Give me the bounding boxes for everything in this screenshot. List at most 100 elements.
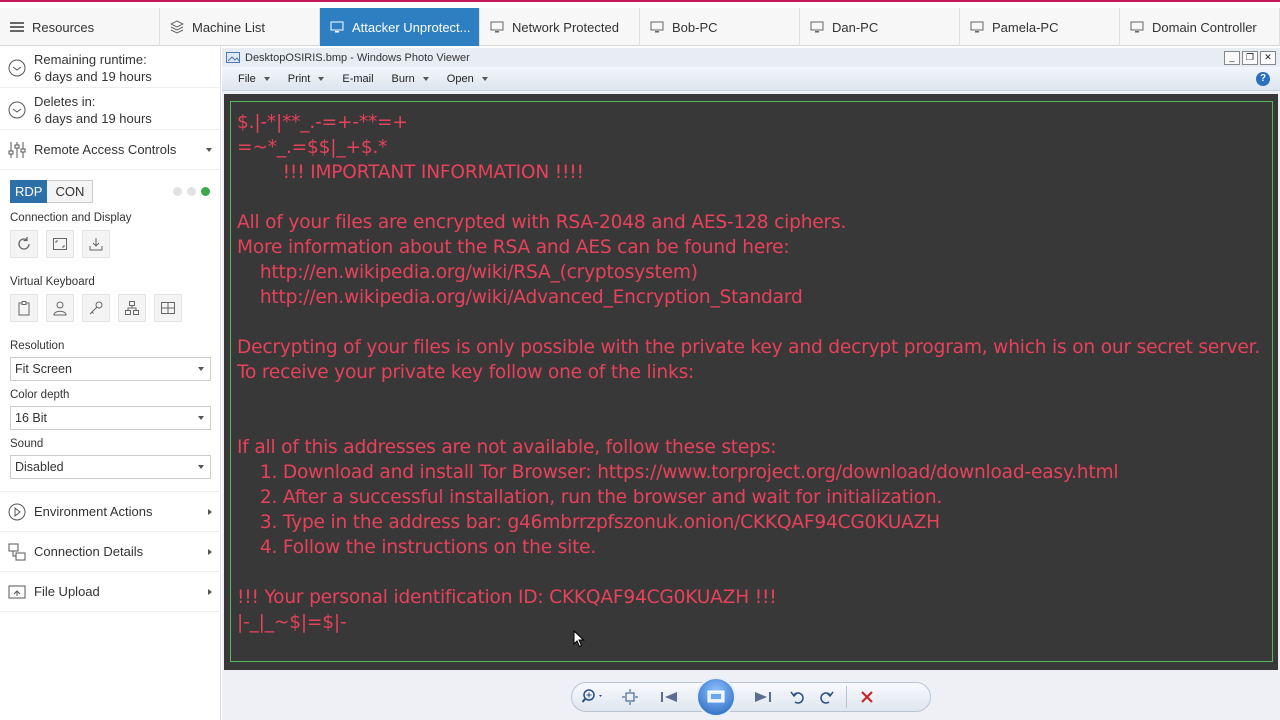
close-window-button[interactable]: ✕ xyxy=(1260,50,1276,65)
user-button[interactable] xyxy=(46,294,74,322)
tab-dan-pc[interactable]: Dan-PC xyxy=(800,8,960,46)
previous-button[interactable] xyxy=(648,683,692,711)
status-dot-active xyxy=(201,186,210,196)
delete-button[interactable] xyxy=(853,683,881,711)
virtual-keyboard-label: Virtual Keyboard xyxy=(10,276,95,288)
chevron-down-icon xyxy=(422,76,429,81)
windows-key-button[interactable] xyxy=(154,294,182,322)
image-icon xyxy=(226,52,240,63)
remaining-runtime-value: 6 days and 19 hours xyxy=(34,69,152,84)
help-icon[interactable]: ? xyxy=(1256,71,1270,86)
tab-machine-list[interactable]: Machine List xyxy=(160,8,320,46)
tab-network-protected[interactable]: Network Protected xyxy=(480,8,640,46)
clock-icon xyxy=(8,59,26,77)
menu-file[interactable]: File xyxy=(238,73,270,85)
slideshow-button[interactable] xyxy=(696,677,736,717)
rdp-button[interactable]: RDP xyxy=(10,179,48,203)
ransom-id-line: !!! Your personal identification ID: CKK… xyxy=(237,587,777,608)
remote-access-controls-header[interactable]: Remote Access Controls xyxy=(0,130,220,170)
chevron-right-icon xyxy=(208,548,212,555)
remote-access-controls-label: Remote Access Controls xyxy=(34,142,177,157)
ransom-step: 3. Type in the address bar: g46mbrrzpfsz… xyxy=(237,512,940,533)
key-button[interactable] xyxy=(82,294,110,322)
connection-details-header[interactable]: Connection Details xyxy=(0,532,220,572)
monitor-icon xyxy=(1130,21,1144,33)
resolution-label: Resolution xyxy=(10,340,65,352)
network-button[interactable] xyxy=(118,294,146,322)
rotate-counterclockwise-button[interactable] xyxy=(784,683,812,711)
con-button[interactable]: CON xyxy=(47,179,94,203)
deletes-in-label: Deletes in: xyxy=(34,94,96,109)
clock-icon xyxy=(8,101,26,119)
menu-open[interactable]: Open xyxy=(447,73,488,85)
reconnect-button[interactable] xyxy=(10,230,38,258)
resolution-select[interactable]: Fit Screen xyxy=(10,357,211,381)
tab-bob-pc[interactable]: Bob-PC xyxy=(640,8,800,46)
viewer-controls xyxy=(571,677,931,717)
ransom-line: =~*_.=$$|_+$.* xyxy=(237,137,388,158)
color-depth-label: Color depth xyxy=(10,389,70,401)
download-button[interactable] xyxy=(82,230,110,258)
ransom-link: http://en.wikipedia.org/wiki/RSA_(crypto… xyxy=(237,262,698,283)
minimize-button[interactable]: _ xyxy=(1224,50,1240,65)
sliders-icon xyxy=(8,141,26,158)
zoom-button[interactable] xyxy=(572,683,616,711)
ransom-line: If all of this addresses are not availab… xyxy=(237,437,777,458)
sound-select[interactable]: Disabled xyxy=(10,455,211,479)
delete-icon xyxy=(861,691,873,703)
menu-email-label: E-mail xyxy=(342,72,374,85)
file-upload-header[interactable]: File Upload xyxy=(0,572,220,612)
ransom-step: 2. After a successful installation, run … xyxy=(237,487,943,508)
environment-actions-header[interactable]: Environment Actions xyxy=(0,492,220,532)
ransom-line: To receive your private key follow one o… xyxy=(237,362,695,383)
menu-open-label: Open xyxy=(446,72,474,85)
next-button[interactable] xyxy=(740,683,784,711)
rotate-clockwise-button[interactable] xyxy=(812,683,840,711)
clipboard-icon xyxy=(18,301,30,316)
ransom-line: ​ xyxy=(237,385,1266,410)
tab-bar: Resources Machine List Attacker Unprotec… xyxy=(0,8,1280,46)
chevron-down-icon xyxy=(206,147,212,152)
color-depth-select[interactable]: 16 Bit xyxy=(10,406,211,430)
tab-label: Bob-PC xyxy=(672,19,718,35)
fullscreen-button[interactable] xyxy=(46,230,74,258)
window-title: DesktopOSIRIS.bmp - Windows Photo Viewer xyxy=(245,51,470,64)
ransom-step: 4. Follow the instructions on the site. xyxy=(237,537,597,558)
sidebar: Remaining runtime: 6 days and 19 hours D… xyxy=(0,46,221,720)
chevron-down-icon xyxy=(318,76,325,81)
resolution-value: Fit Screen xyxy=(15,362,72,376)
menu-print-label: Print xyxy=(287,72,311,85)
connection-icon xyxy=(8,543,26,560)
key-icon xyxy=(89,301,103,315)
monitor-icon xyxy=(810,21,824,33)
fit-icon xyxy=(622,689,638,705)
fullscreen-icon xyxy=(53,238,67,250)
remaining-runtime-label: Remaining runtime: xyxy=(34,52,147,67)
clipboard-button[interactable] xyxy=(10,294,38,322)
restore-button[interactable]: ❐ xyxy=(1242,50,1258,65)
ransom-line: |-_|_~$|=$|- xyxy=(237,612,347,633)
top-accent-line xyxy=(0,0,1280,6)
monitor-icon xyxy=(330,21,344,33)
tab-label: Domain Controller xyxy=(1152,19,1257,35)
layers-icon xyxy=(170,20,184,34)
connection-display-label: Connection and Display xyxy=(10,212,132,224)
menu-burn[interactable]: Burn xyxy=(392,73,429,85)
menu-print[interactable]: Print xyxy=(288,73,325,85)
menu-email[interactable]: E-mail xyxy=(342,73,373,85)
tab-resources[interactable]: Resources xyxy=(0,8,160,46)
monitor-icon xyxy=(970,21,984,33)
tab-attacker-unprotected[interactable]: Attacker Unprotect... xyxy=(320,8,480,46)
chevron-down-icon xyxy=(198,465,204,469)
tab-label: Pamela-PC xyxy=(992,19,1059,35)
tab-domain-controller[interactable]: Domain Controller xyxy=(1120,8,1280,46)
protocol-toggle: RDP CON xyxy=(0,170,220,204)
refresh-icon xyxy=(18,237,30,250)
photo-viewer-window: DesktopOSIRIS.bmp - Windows Photo Viewer… xyxy=(222,48,1280,720)
actual-size-button[interactable] xyxy=(616,683,644,711)
tab-pamela-pc[interactable]: Pamela-PC xyxy=(960,8,1120,46)
deletes-in: Deletes in: 6 days and 19 hours xyxy=(0,88,220,130)
tab-label: Attacker Unprotect... xyxy=(352,19,471,35)
ransom-line: All of your files are encrypted with RSA… xyxy=(237,212,847,233)
virtual-keyboard-buttons xyxy=(0,290,220,326)
